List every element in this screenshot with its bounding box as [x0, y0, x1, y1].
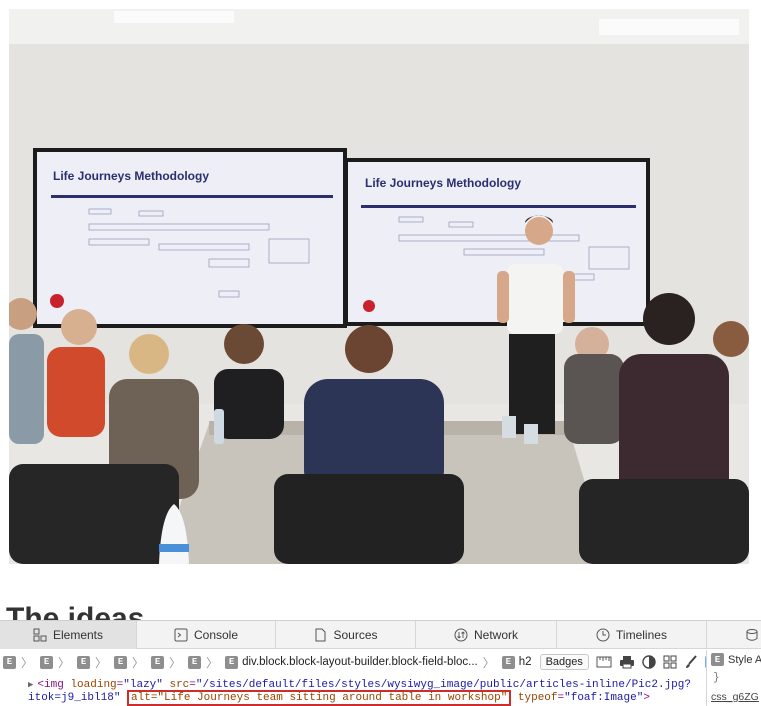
layout-ruler-icon[interactable] — [596, 653, 612, 671]
element-icon: E — [188, 655, 202, 669]
element-icon: E — [711, 653, 724, 666]
tab-label: Timelines — [616, 628, 667, 642]
element-icon: E — [501, 655, 515, 669]
tab-storage[interactable] — [707, 621, 761, 649]
timelines-icon — [596, 628, 610, 642]
dom-breadcrumb: E 〉 E 〉 E 〉 E 〉 E 〉 E 〉 Ediv.block.block-layou… — [0, 650, 706, 674]
tab-label: Sources — [333, 628, 378, 642]
styles-header[interactable]: E Style A — [711, 653, 761, 666]
paintbrush-icon[interactable] — [684, 653, 698, 671]
breadcrumb-item[interactable]: E 〉 — [40, 654, 74, 671]
tab-sources[interactable]: Sources — [276, 621, 416, 649]
tab-network[interactable]: Network — [416, 621, 557, 649]
print-icon[interactable] — [619, 653, 635, 671]
element-icon: E — [114, 655, 128, 669]
grid-overlay-icon[interactable] — [663, 653, 677, 671]
tab-timelines[interactable]: Timelines — [557, 621, 707, 649]
elements-icon — [33, 628, 47, 642]
breadcrumb-item[interactable]: E 〉 — [3, 654, 37, 671]
breadcrumb-current-text: h2 — [518, 656, 532, 668]
disclosure-triangle-icon[interactable]: ▶ — [28, 680, 33, 690]
network-icon — [454, 628, 468, 642]
dom-tree: ▶ <img loading="lazy" src="/sites/default… — [0, 675, 706, 706]
breadcrumb-selector[interactable]: Ediv.block.block-layout-builder.block-fi… — [225, 654, 499, 671]
style-rule-brace: } — [713, 672, 720, 684]
web-inspector: Elements Console Sources Network Timelin… — [0, 620, 761, 706]
styles-header-label: Style A — [728, 653, 761, 666]
breadcrumb-item[interactable]: E 〉 — [188, 654, 222, 671]
page-heading: The ideas — [6, 604, 144, 620]
breadcrumb-item[interactable]: E 〉 — [151, 654, 185, 671]
storage-icon — [745, 628, 759, 642]
element-icon: E — [225, 655, 239, 669]
element-icon: E — [40, 655, 54, 669]
badges-button[interactable]: Badges — [539, 654, 589, 670]
slide-title-right: Life Journeys Methodology — [365, 176, 521, 190]
tab-elements[interactable]: Elements — [0, 621, 137, 649]
highlighted-alt-attribute[interactable]: alt="Life Journeys team sitting around t… — [127, 690, 512, 706]
tab-console[interactable]: Console — [137, 621, 276, 649]
web-page: Life Journeys Methodology Life Journeys … — [0, 0, 761, 620]
sources-icon — [313, 628, 327, 642]
color-scheme-icon[interactable] — [642, 653, 656, 671]
workshop-photo: Life Journeys Methodology Life Journeys … — [9, 9, 749, 564]
inspector-tabbar: Elements Console Sources Network Timelin… — [0, 621, 761, 649]
tab-label: Console — [193, 628, 239, 642]
dom-node-line-cont[interactable]: itok=j9_ibl18" alt="Life Journeys team s… — [28, 690, 650, 706]
tab-label: Elements — [52, 628, 104, 642]
element-icon: E — [3, 655, 16, 669]
slide-title-left: Life Journeys Methodology — [53, 169, 209, 183]
breadcrumb-item[interactable]: E 〉 — [114, 654, 148, 671]
breadcrumb-item[interactable]: E 〉 — [77, 654, 111, 671]
breadcrumb-current[interactable]: Eh2 — [501, 655, 532, 669]
tab-label: Network — [473, 628, 518, 642]
styles-sidebar: E Style A } css_g6ZG — [706, 650, 761, 706]
element-icon: E — [151, 655, 165, 669]
console-icon — [174, 628, 188, 642]
breadcrumb-selector-text: div.block.block-layout-builder.block-fie… — [242, 656, 478, 668]
element-icon: E — [77, 655, 91, 669]
stylesheet-link[interactable]: css_g6ZG — [711, 691, 759, 703]
